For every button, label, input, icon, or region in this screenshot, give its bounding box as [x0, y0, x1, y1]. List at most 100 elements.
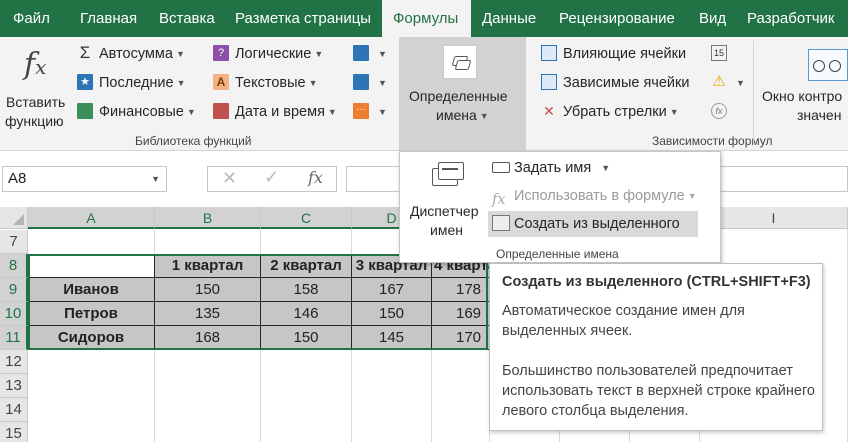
- row-header-15[interactable]: 15: [0, 422, 28, 442]
- table-cell[interactable]: 169: [432, 302, 490, 326]
- cancel-icon[interactable]: ✕: [222, 168, 237, 189]
- tab-review[interactable]: Рецензирование: [559, 0, 675, 37]
- recent-button[interactable]: ★ Последние ▼: [77, 71, 186, 95]
- text-book-icon: A: [213, 74, 229, 91]
- trace-precedents-icon: [541, 45, 557, 62]
- table-header-cell[interactable]: 2 квартал: [261, 254, 352, 278]
- remove-arrows-button[interactable]: ✕ Убрать стрелки ▼: [541, 100, 678, 124]
- row-header-11[interactable]: 11: [0, 326, 28, 350]
- financial-book-icon: [77, 103, 93, 120]
- watch-window-button[interactable]: Окно контро значен: [760, 37, 848, 129]
- logical-button[interactable]: ? Логические ▼: [213, 42, 323, 66]
- math-button[interactable]: ▼: [353, 71, 387, 95]
- insert-function-icon[interactable]: fx: [308, 168, 323, 187]
- row-header-14[interactable]: 14: [0, 398, 28, 422]
- create-from-selection-button[interactable]: Создать из выделенного: [488, 211, 698, 237]
- chevron-down-icon[interactable]: ▼: [151, 167, 160, 191]
- table-cell[interactable]: 150: [261, 326, 352, 350]
- more-functions-button[interactable]: ··· ▼: [353, 100, 387, 124]
- ribbon-separator: [753, 41, 754, 145]
- insert-function-button[interactable]: fx Вставить функцию: [2, 43, 72, 129]
- name-box[interactable]: A8 ▼: [2, 166, 167, 192]
- chevron-down-icon: ▼: [176, 78, 186, 89]
- check-icon[interactable]: ✓: [264, 167, 279, 188]
- row-header-7[interactable]: 7: [0, 230, 28, 254]
- define-name-button[interactable]: Задать имя ▼: [488, 155, 616, 181]
- table-cell[interactable]: 150: [155, 278, 261, 302]
- lookup-button[interactable]: ▼: [353, 42, 387, 66]
- chevron-down-icon: ▼: [479, 111, 489, 122]
- tab-developer[interactable]: Разработчик: [747, 0, 834, 37]
- tab-page-layout[interactable]: Разметка страницы: [235, 0, 371, 37]
- tab-data[interactable]: Данные: [482, 0, 536, 37]
- table-cell[interactable]: 158: [261, 278, 352, 302]
- autosum-button[interactable]: Σ Автосумма ▼: [77, 42, 185, 66]
- name-manager-icon: [432, 162, 466, 190]
- column-header-b[interactable]: B: [155, 207, 261, 229]
- defined-names-dropdown: Диспетчер имен Задать имя ▼ fx Использоват…: [399, 151, 721, 263]
- tab-file[interactable]: Файл: [13, 0, 50, 37]
- tab-view[interactable]: Вид: [699, 0, 726, 37]
- table-row-name[interactable]: Петров: [28, 302, 155, 326]
- chevron-down-icon: ▼: [378, 78, 387, 89]
- table-header-cell[interactable]: 1 квартал: [155, 254, 261, 278]
- cell-a8[interactable]: [28, 254, 155, 278]
- error-checking-button[interactable]: ⚠ ▼: [711, 71, 745, 95]
- tab-home[interactable]: Главная: [80, 0, 137, 37]
- table-cell[interactable]: 178: [432, 278, 490, 302]
- tab-formulas[interactable]: Формулы: [382, 0, 471, 37]
- table-row-name[interactable]: Сидоров: [28, 326, 155, 350]
- trace-dependents-button[interactable]: Зависимые ячейки: [541, 71, 689, 95]
- watch-window-icon: [808, 49, 848, 81]
- row-header-8[interactable]: 8: [0, 254, 28, 278]
- column-header-c[interactable]: C: [261, 207, 352, 229]
- show-formulas-button[interactable]: 15: [711, 42, 733, 66]
- evaluate-formula-button[interactable]: fx: [711, 100, 733, 124]
- table-cell[interactable]: 167: [352, 278, 432, 302]
- tooltip-hint: Большинство пользователей предпочитает и…: [502, 363, 815, 419]
- defined-names-button[interactable]: Определенные имена ▼: [399, 37, 526, 151]
- row-header-10[interactable]: 10: [0, 302, 28, 326]
- trace-dependents-icon: [541, 74, 557, 91]
- table-cell[interactable]: 135: [155, 302, 261, 326]
- column-header-i[interactable]: I: [700, 207, 848, 229]
- text-functions-button[interactable]: A Текстовые ▼: [213, 71, 318, 95]
- name-manager-button[interactable]: Диспетчер имен: [406, 156, 486, 240]
- chevron-down-icon: ▼: [601, 163, 611, 174]
- row-header-13[interactable]: 13: [0, 374, 28, 398]
- formula-buttons: ✕ ✓ fx: [207, 166, 337, 192]
- library-group-label: Библиотека функций: [135, 134, 252, 148]
- logical-book-icon: ?: [213, 45, 229, 62]
- tooltip: Создать из выделенного (CTRL+SHIFT+F3) А…: [489, 263, 823, 431]
- column-header-a[interactable]: A: [28, 207, 155, 229]
- math-book-icon: [353, 74, 369, 91]
- financial-button[interactable]: Финансовые ▼: [77, 100, 196, 124]
- tooltip-title: Создать из выделенного (CTRL+SHIFT+F3): [502, 274, 811, 290]
- clock-book-icon: [213, 103, 229, 120]
- use-in-formula-button[interactable]: fx Использовать в формуле ▼: [488, 183, 697, 209]
- select-all-corner[interactable]: [0, 207, 28, 229]
- table-cell[interactable]: 170: [432, 326, 490, 350]
- table-cell[interactable]: 146: [261, 302, 352, 326]
- fx-small-icon: fx: [492, 192, 506, 209]
- tab-insert[interactable]: Вставка: [159, 0, 215, 37]
- chevron-down-icon: ▼: [186, 107, 196, 118]
- table-cell[interactable]: 168: [155, 326, 261, 350]
- table-row-name[interactable]: Иванов: [28, 278, 155, 302]
- row-header-12[interactable]: 12: [0, 350, 28, 374]
- chevron-down-icon: ▼: [314, 49, 324, 60]
- chevron-down-icon: ▼: [378, 49, 387, 60]
- chevron-down-icon: ▼: [378, 107, 387, 118]
- chevron-down-icon: ▼: [687, 191, 697, 202]
- chevron-down-icon: ▼: [736, 78, 745, 89]
- table-cell[interactable]: 145: [352, 326, 432, 350]
- create-from-selection-icon: [492, 215, 510, 232]
- star-book-icon: ★: [77, 74, 93, 91]
- trace-precedents-button[interactable]: Влияющие ячейки: [541, 42, 686, 66]
- tooltip-description: Автоматическое создание имен для выделен…: [502, 303, 745, 339]
- row-header-9[interactable]: 9: [0, 278, 28, 302]
- datetime-button[interactable]: Дата и время ▼: [213, 100, 337, 124]
- ribbon: fx Вставить функцию Σ Автосумма ▼ ★ Последн…: [0, 37, 848, 151]
- tag-icon: [492, 161, 510, 173]
- table-cell[interactable]: 150: [352, 302, 432, 326]
